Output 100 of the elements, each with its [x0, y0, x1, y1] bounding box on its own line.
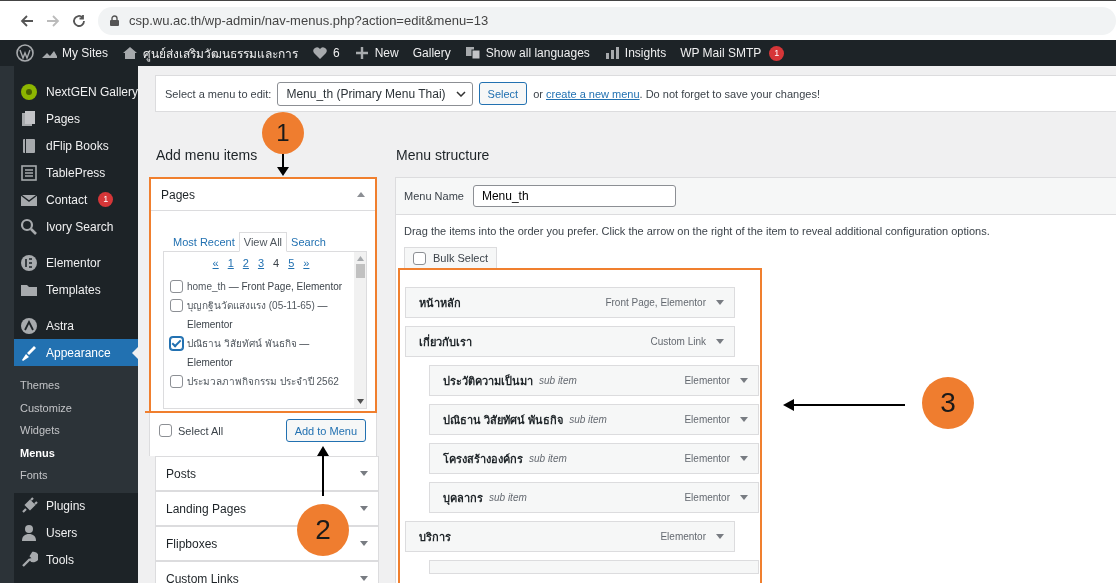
section-heading: Menu structure — [396, 147, 491, 163]
scroll-down-icon[interactable] — [356, 399, 364, 404]
checkbox[interactable] — [170, 375, 183, 388]
admin-bar-item[interactable]: Insights — [596, 45, 674, 61]
expand-arrow-icon[interactable] — [360, 471, 368, 476]
sidebar-item[interactable]: Elementor — [14, 249, 138, 276]
submenu-item[interactable]: Menus — [14, 441, 138, 464]
menu-item-type: Front Page, Elementor — [605, 297, 706, 308]
translate-icon — [464, 45, 481, 61]
menu-item-bar[interactable]: บุคลากร sub item Elementor — [429, 482, 759, 513]
accordion-header[interactable]: Custom Links — [156, 561, 378, 583]
sidebar-item[interactable]: Ivory Search — [14, 213, 138, 240]
menu-item-type: Elementor — [684, 375, 730, 386]
notification-badge: 1 — [769, 45, 785, 61]
admin-bar-item[interactable]: New — [346, 45, 406, 61]
admin-bar-item[interactable]: Gallery — [405, 46, 458, 60]
checkbox[interactable] — [170, 280, 183, 293]
expand-arrow-icon[interactable] — [360, 541, 368, 546]
admin-bar-item[interactable]: ศูนย์ส่งเสริมวัฒนธรรมและการ — [115, 43, 305, 63]
accordion-header[interactable]: Posts — [156, 456, 378, 490]
sidebar-item[interactable]: Appearance — [14, 339, 138, 366]
bar-chart-icon — [603, 45, 620, 61]
sidebar-item[interactable]: Astra — [14, 312, 138, 339]
page-link[interactable]: 2 — [242, 257, 249, 269]
page-label: บุญกฐินวัดแสงแรง (05-11-65) — Elementor — [187, 299, 329, 332]
scrollbar-thumb[interactable] — [355, 264, 365, 278]
expand-arrow-icon[interactable] — [716, 534, 724, 539]
sidebar-item[interactable]: Tools — [14, 546, 138, 574]
accordion-header[interactable]: Pages — [151, 179, 375, 211]
select-button[interactable]: Select — [478, 82, 528, 105]
admin-bar-item[interactable]: My Sites — [34, 45, 115, 61]
admin-bar-item[interactable]: 6 — [305, 45, 347, 61]
submenu-item[interactable]: Fonts — [14, 464, 138, 487]
expand-arrow-icon[interactable] — [740, 417, 748, 422]
page-link[interactable]: 3 — [257, 257, 265, 269]
checkbox[interactable] — [159, 424, 172, 437]
sidebar-item[interactable]: Contact 1 — [14, 186, 138, 213]
page-label: ปณิธาน วิสัยทัศน์ พันธกิจ — Elementor — [187, 337, 311, 370]
arrow — [277, 154, 289, 176]
select-label: Select a menu to edit: — [165, 87, 272, 100]
menu-name-field[interactable]: Menu_th — [472, 185, 676, 207]
checkbox[interactable] — [170, 337, 183, 350]
sidebar-item[interactable]: Users — [14, 519, 138, 547]
menu-item-title: บุคลากร — [443, 490, 483, 507]
menu-item-title: หน้าหลัก — [419, 295, 461, 311]
tab[interactable]: Search — [287, 233, 330, 251]
submenu-item[interactable]: Themes — [14, 374, 138, 397]
sidebar-item[interactable]: Plugins — [14, 492, 138, 520]
bulk-select-button[interactable]: Bulk Select — [404, 247, 498, 268]
page-label: home_th — Front Page, Elementor — [187, 280, 343, 294]
expand-arrow-icon[interactable] — [740, 456, 748, 461]
tab[interactable]: View All — [238, 232, 288, 252]
submenu-item[interactable]: Widgets — [14, 419, 138, 442]
expand-arrow-icon[interactable] — [360, 576, 368, 581]
create-menu-link[interactable]: create a new menu — [546, 87, 640, 100]
wrench-icon — [20, 551, 38, 569]
expand-arrow-icon[interactable] — [740, 495, 748, 500]
menu-item-bar[interactable]: โครงสร้างองค์กร sub item Elementor — [429, 443, 759, 474]
expand-arrow-icon[interactable] — [716, 339, 724, 344]
expand-arrow-icon[interactable] — [740, 378, 748, 383]
sidebar-item[interactable]: Pages — [14, 105, 138, 132]
add-to-menu-button[interactable]: Add to Menu — [285, 419, 366, 442]
checkbox[interactable] — [413, 251, 426, 265]
menu-item-bar[interactable]: ประวัติความเป็นมา sub item Elementor — [429, 365, 759, 396]
checkbox[interactable] — [170, 299, 183, 312]
sidebar-item[interactable]: dFlip Books — [14, 132, 138, 159]
page-link[interactable]: 4 — [273, 257, 280, 269]
menu-item-bar[interactable]: เกี่ยวกับเรา Custom Link — [405, 326, 735, 357]
reload-icon[interactable] — [72, 13, 86, 28]
elementor-icon — [20, 253, 38, 272]
menu-item-title: ปณิธาน วิสัยทัศน์ พันธกิจ — [443, 412, 564, 428]
page-link[interactable]: « — [212, 257, 219, 269]
plus-icon — [353, 45, 370, 61]
arrow — [317, 446, 329, 496]
submenu-item[interactable]: Customize — [14, 396, 138, 419]
admin-bar-item[interactable]: WP Mail SMTP 1 — [673, 45, 792, 61]
collapse-arrow-icon[interactable] — [357, 192, 365, 197]
page-link[interactable]: 5 — [288, 257, 295, 269]
tab[interactable]: Most Recent — [169, 233, 239, 251]
sidebar-item[interactable]: TablePress — [14, 159, 138, 186]
back-arrow-icon[interactable] — [20, 13, 34, 28]
menu-item-bar[interactable]: ปณิธาน วิสัยทัศน์ พันธกิจ sub item Elementor — [429, 404, 759, 435]
page-link[interactable]: » — [303, 257, 310, 269]
search-icon — [20, 217, 38, 236]
menu-item-bar[interactable]: หน้าหลัก Front Page, Elementor — [405, 287, 735, 318]
menu-item-bar[interactable]: บริการ Elementor — [405, 521, 735, 552]
address-bar[interactable]: csp.wu.ac.th/wp-admin/nav-menus.php?action=edit&menu=13 — [98, 6, 1116, 35]
admin-bar-item[interactable]: Show all languages — [457, 45, 597, 61]
wordpress-logo-icon[interactable] — [16, 44, 34, 62]
expand-arrow-icon[interactable] — [716, 300, 724, 305]
menu-item-type: Custom Link — [650, 336, 706, 347]
sidebar-item[interactable]: NextGEN Gallery — [14, 78, 138, 105]
user-icon — [20, 524, 38, 542]
page-label: ประมวลภาพกิจกรรม ประจำปี 2562 — [187, 375, 339, 389]
sidebar-item[interactable]: Templates — [14, 276, 138, 303]
menu-dropdown[interactable]: Menu_th (Primary Menu Thai) — [277, 81, 473, 106]
sub-item-label: sub item — [569, 414, 607, 425]
page-link[interactable]: 1 — [227, 257, 234, 269]
expand-arrow-icon[interactable] — [360, 506, 368, 511]
scroll-up-icon[interactable] — [356, 256, 364, 261]
